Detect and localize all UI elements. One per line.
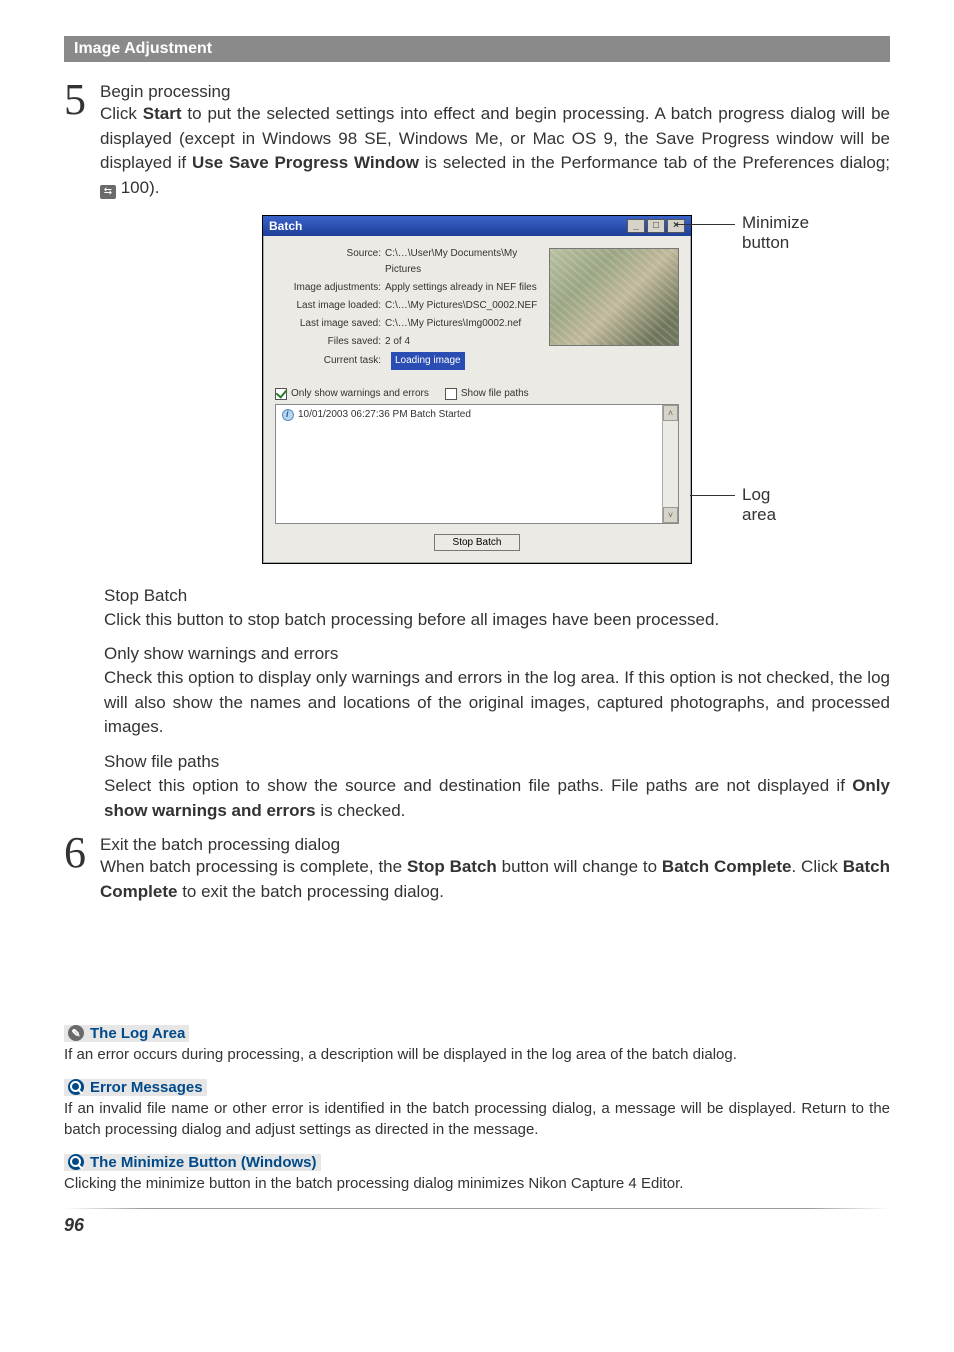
bold-text: Stop Batch (407, 857, 497, 876)
bold-text: Batch Complete (662, 857, 792, 876)
value-task: Loading image (391, 352, 465, 370)
note-title: Error Messages (90, 1079, 203, 1096)
divider (64, 1208, 890, 1209)
label-task: Current task: (275, 353, 385, 369)
value-adjustments: Apply settings already in NEF files (385, 280, 539, 296)
section-header: Image Adjustment (64, 36, 890, 62)
minimize-button[interactable]: _ (627, 219, 645, 233)
value-saved: C:\…\My Pictures\Img0002.nef (385, 316, 539, 332)
text: When batch processing is complete, the (100, 857, 407, 876)
step-title: Exit the batch processing dialog (100, 835, 890, 855)
note-title: The Minimize Button (Windows) (90, 1154, 317, 1171)
value-source: C:\…\User\My Documents\My Pictures (385, 246, 539, 278)
para-only-warnings: Check this option to display only warnin… (104, 666, 890, 740)
step-5: 5 Begin processing Click Start to put th… (64, 80, 890, 201)
note-text-minimize: Clicking the minimize button in the batc… (64, 1173, 890, 1194)
label-saved: Last image saved: (275, 316, 385, 332)
text: Select this option to show the source an… (104, 776, 852, 795)
value-loaded: C:\…\My Pictures\DSC_0002.NEF (385, 298, 539, 314)
note-head-minimize: The Minimize Button (Windows) (64, 1154, 321, 1171)
value-files: 2 of 4 (385, 334, 539, 350)
pencil-icon (68, 1025, 84, 1041)
note-text-log: If an error occurs during processing, a … (64, 1044, 890, 1065)
heading-stop-batch: Stop Batch (104, 586, 890, 606)
checkbox-show-paths[interactable]: Show file paths (445, 388, 529, 400)
step-number: 6 (64, 833, 100, 873)
checkbox-icon (445, 388, 457, 400)
checkbox-label: Show file paths (461, 388, 529, 399)
reference-icon: ⇆ (100, 185, 116, 199)
stop-batch-button[interactable]: Stop Batch (434, 534, 521, 551)
text: Click (100, 104, 143, 123)
checkbox-only-warnings[interactable]: Only show warnings and errors (275, 388, 429, 400)
scroll-up-icon[interactable]: ˄ (663, 405, 678, 421)
close-button[interactable]: × (667, 219, 685, 233)
note-text-error: If an invalid file name or other error i… (64, 1098, 890, 1140)
para-show-paths: Select this option to show the source an… (104, 774, 890, 823)
callout-line (690, 495, 735, 496)
label-adjustments: Image adjustments: (275, 280, 385, 296)
scroll-down-icon[interactable]: ˅ (663, 507, 678, 523)
step-title: Begin processing (100, 82, 890, 102)
info-icon (282, 409, 294, 421)
checkbox-label: Only show warnings and errors (291, 388, 429, 399)
maximize-button[interactable]: □ (647, 219, 665, 233)
dialog-titlebar: Batch _ □ × (263, 216, 691, 236)
scrollbar[interactable]: ˄ ˅ (662, 405, 678, 523)
log-entry: 10/01/2003 06:27:36 PM Batch Started (282, 409, 672, 421)
magnifier-icon (68, 1079, 84, 1095)
preview-thumbnail (549, 248, 679, 346)
callout-line (675, 224, 735, 225)
callout-minimize: Minimize button (742, 213, 809, 253)
text: button will change to (497, 857, 662, 876)
note-head-log: The Log Area (64, 1025, 189, 1042)
heading-only-warnings: Only show warnings and errors (104, 644, 890, 664)
magnifier-icon (68, 1154, 84, 1170)
log-area: 10/01/2003 06:27:36 PM Batch Started ˄ ˅ (275, 404, 679, 524)
label-files: Files saved: (275, 334, 385, 350)
bold-start: Start (143, 104, 182, 123)
bold-use-window: Use Save Progress Window (192, 153, 419, 172)
label-source: Source: (275, 246, 385, 278)
log-entry-text: 10/01/2003 06:27:36 PM Batch Started (298, 409, 471, 420)
figure: Batch _ □ × Source:C:\…\User\My Document… (104, 215, 850, 564)
text: to exit the batch processing dialog. (177, 882, 444, 901)
step-body-text: When batch processing is complete, the S… (100, 855, 890, 904)
note-title: The Log Area (90, 1025, 185, 1042)
step-6: 6 Exit the batch processing dialog When … (64, 833, 890, 904)
note-head-error: Error Messages (64, 1079, 207, 1096)
dialog-title-text: Batch (269, 219, 302, 233)
batch-dialog: Batch _ □ × Source:C:\…\User\My Document… (262, 215, 692, 564)
heading-show-paths: Show file paths (104, 752, 890, 772)
step-number: 5 (64, 80, 100, 120)
page-number: 96 (64, 1215, 890, 1236)
callout-logarea: Log area (742, 485, 776, 525)
text: is checked. (316, 801, 406, 820)
text: . Click (791, 857, 842, 876)
label-loaded: Last image loaded: (275, 298, 385, 314)
checkbox-icon (275, 388, 287, 400)
step-body-text: Click Start to put the selected settings… (100, 102, 890, 201)
para-stop-batch: Click this button to stop batch processi… (104, 608, 890, 633)
text: 100). (116, 178, 159, 197)
text: is selected in the Performance tab of th… (419, 153, 890, 172)
